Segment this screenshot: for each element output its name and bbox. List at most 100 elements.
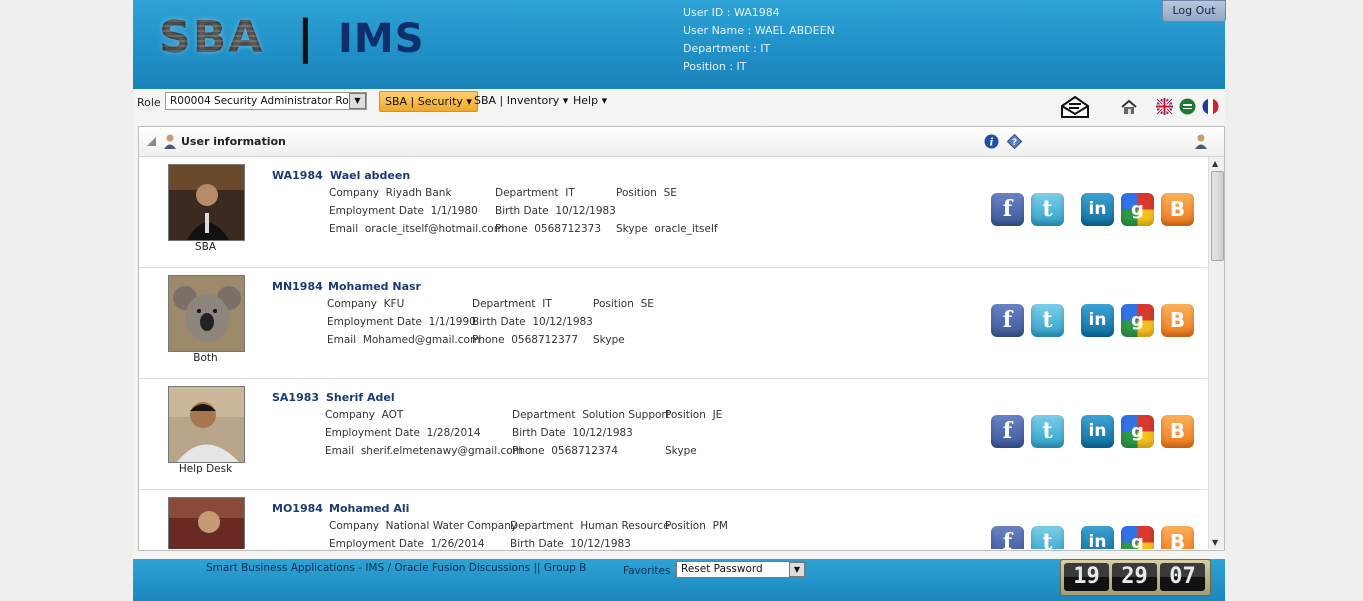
twitter-icon[interactable]: t (1031, 193, 1064, 226)
user-id[interactable]: MO1984 (272, 502, 323, 515)
employment-date-label: Employment Date (327, 316, 422, 328)
menu-sba-inventory[interactable]: SBA | Inventory ▾ (469, 91, 573, 110)
twitter-icon[interactable]: t (1031, 415, 1064, 448)
position-field: Position SE (616, 187, 677, 199)
employment-date-label: Employment Date (325, 427, 420, 439)
position-value: PM (712, 520, 728, 532)
english-flag-icon[interactable] (1156, 98, 1173, 115)
facebook-icon[interactable]: f (991, 526, 1024, 549)
employment-date-field: Employment Date 1/1/1980 (329, 205, 478, 217)
facebook-icon[interactable]: f (991, 415, 1024, 448)
linkedin-icon[interactable]: in (1081, 304, 1114, 337)
blogger-icon[interactable]: B (1161, 193, 1194, 226)
twitter-icon[interactable]: t (1031, 304, 1064, 337)
user-id[interactable]: MN1984 (272, 280, 323, 293)
header: SBA | IMS User ID : WA1984 User Name : W… (133, 0, 1226, 89)
company-field: Company Riyadh Bank (329, 187, 452, 199)
role-label: Role (137, 96, 161, 109)
user-profile-icon[interactable] (1194, 133, 1208, 149)
clock-minutes: 29 (1112, 563, 1157, 591)
facebook-icon[interactable]: f (991, 193, 1024, 226)
company-label: Company (329, 520, 379, 532)
user-photo[interactable] (168, 275, 245, 352)
facebook-icon[interactable]: f (991, 304, 1024, 337)
user-photo[interactable] (168, 497, 245, 549)
department-label: Department (472, 298, 536, 310)
vertical-scrollbar[interactable]: ▲ ▼ (1208, 157, 1224, 549)
email-label: Email (329, 223, 359, 235)
phone-label: Phone (512, 445, 545, 457)
user-photo[interactable] (168, 164, 245, 241)
logo-ims: IMS (338, 16, 425, 62)
linkedin-icon[interactable]: in (1081, 415, 1114, 448)
role-select[interactable]: R00004 Security Administrator Role ▼ (165, 92, 367, 110)
user-record: Help Desk SA1983 Sherif Adel Company AOT… (139, 379, 1207, 490)
user-list[interactable]: SBA WA1984 Wael abdeen Company Riyadh Ba… (139, 157, 1207, 549)
user-name: Sherif Adel (326, 391, 395, 404)
phone-field: Phone 0568712374 (512, 445, 618, 457)
department-value: IT (565, 187, 575, 199)
favorites-select[interactable]: Reset Password ▼ (676, 561, 806, 578)
skype-field: Skype oracle_itself (616, 223, 718, 235)
google-plus-icon[interactable]: g (1121, 193, 1154, 226)
chevron-down-icon[interactable]: ▼ (349, 93, 366, 109)
logo-separator: | (297, 10, 314, 64)
phone-value: 0568712373 (534, 223, 602, 235)
scrollbar-thumb[interactable] (1211, 171, 1224, 261)
company-value: National Water Company (385, 520, 518, 532)
department-field: Department Solution Support (512, 409, 670, 421)
email-value[interactable]: oracle_itself@hotmail.com (365, 223, 504, 235)
blogger-icon[interactable]: B (1161, 304, 1194, 337)
home-icon[interactable] (1121, 99, 1137, 115)
employment-date-field: Employment Date 1/26/2014 (329, 538, 485, 549)
favorites-select-value: Reset Password (681, 563, 763, 575)
scroll-down-icon[interactable]: ▼ (1212, 538, 1218, 547)
scroll-up-icon[interactable]: ▲ (1212, 159, 1218, 168)
menu-sba-security[interactable]: SBA | Security ▾ (379, 91, 478, 112)
google-plus-icon[interactable]: g (1121, 304, 1154, 337)
user-name: Wael abdeen (330, 169, 411, 182)
employment-date-value: 1/28/2014 (426, 427, 481, 439)
help-icon[interactable]: ? (1007, 134, 1022, 149)
clock-hours: 19 (1064, 563, 1109, 591)
phone-value: 0568712374 (551, 445, 619, 457)
user-id[interactable]: WA1984 (272, 169, 323, 182)
linkedin-icon[interactable]: in (1081, 193, 1114, 226)
department-value: IT (542, 298, 552, 310)
birth-date-field: Birth Date 10/12/1983 (495, 205, 616, 217)
email-label: Email (325, 445, 355, 457)
user-name: Mohamed Ali (329, 502, 410, 515)
favorites-label: Favorites (623, 565, 671, 577)
birth-date-field: Birth Date 10/12/1983 (510, 538, 631, 549)
email-value[interactable]: Mohamed@gmail.com (363, 334, 480, 346)
google-plus-icon[interactable]: g (1121, 526, 1154, 549)
clock-seconds: 07 (1160, 563, 1205, 591)
company-field: Company AOT (325, 409, 403, 421)
twitter-icon[interactable]: t (1031, 526, 1064, 549)
company-value: Riyadh Bank (385, 187, 452, 199)
mail-icon[interactable] (1060, 96, 1090, 118)
panel-header: User information i ? (139, 127, 1224, 157)
employment-date-value: 1/26/2014 (430, 538, 485, 549)
birth-date-value: 10/12/1983 (572, 427, 633, 439)
user-id[interactable]: SA1983 (272, 391, 319, 404)
birth-date-value: 10/12/1983 (532, 316, 593, 328)
arabic-flag-icon[interactable] (1179, 98, 1196, 115)
blogger-icon[interactable]: B (1161, 526, 1194, 549)
phone-field: Phone 0568712373 (495, 223, 601, 235)
logout-button[interactable]: Log Out (1162, 0, 1226, 22)
collapse-triangle-icon[interactable] (147, 137, 156, 146)
info-icon[interactable]: i (984, 134, 999, 149)
app-frame: SBA | IMS User ID : WA1984 User Name : W… (133, 0, 1226, 601)
company-label: Company (325, 409, 375, 421)
email-value[interactable]: sherif.elmetenawy@gmail.com (361, 445, 523, 457)
chevron-down-icon[interactable]: ▼ (789, 562, 805, 577)
linkedin-icon[interactable]: in (1081, 526, 1114, 549)
google-plus-icon[interactable]: g (1121, 415, 1154, 448)
menu-help[interactable]: Help ▾ (568, 91, 612, 110)
french-flag-icon[interactable] (1202, 98, 1219, 115)
birth-date-field: Birth Date 10/12/1983 (472, 316, 593, 328)
position-value: SE (663, 187, 677, 199)
blogger-icon[interactable]: B (1161, 415, 1194, 448)
user-photo[interactable] (168, 386, 245, 463)
